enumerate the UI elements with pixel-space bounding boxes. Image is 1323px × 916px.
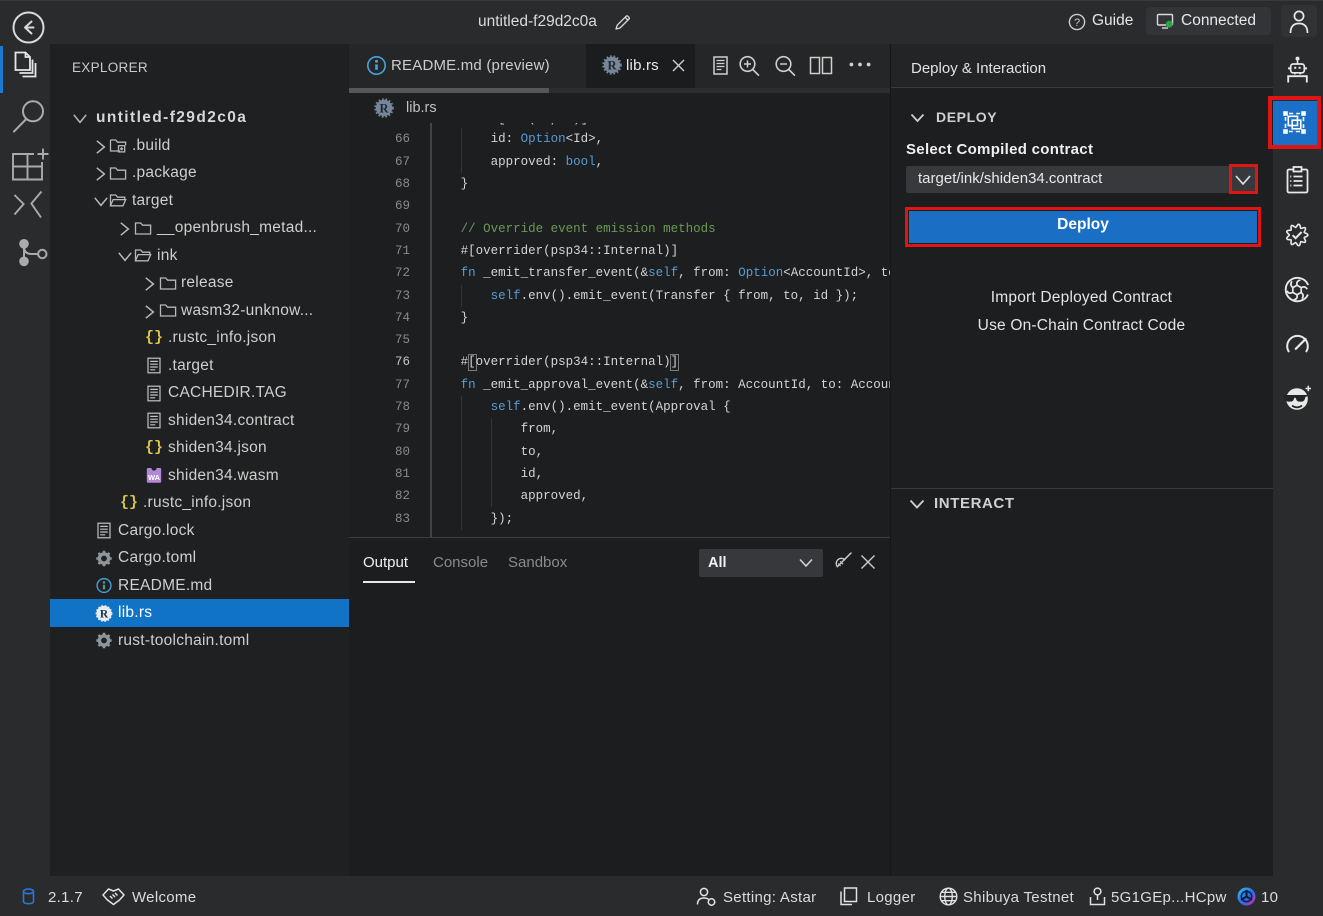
svg-text:R: R bbox=[379, 101, 389, 115]
svg-text:R: R bbox=[100, 608, 109, 620]
svg-text:?: ? bbox=[1074, 17, 1080, 29]
svg-text:R: R bbox=[607, 58, 617, 72]
svg-text:WA: WA bbox=[148, 473, 161, 482]
